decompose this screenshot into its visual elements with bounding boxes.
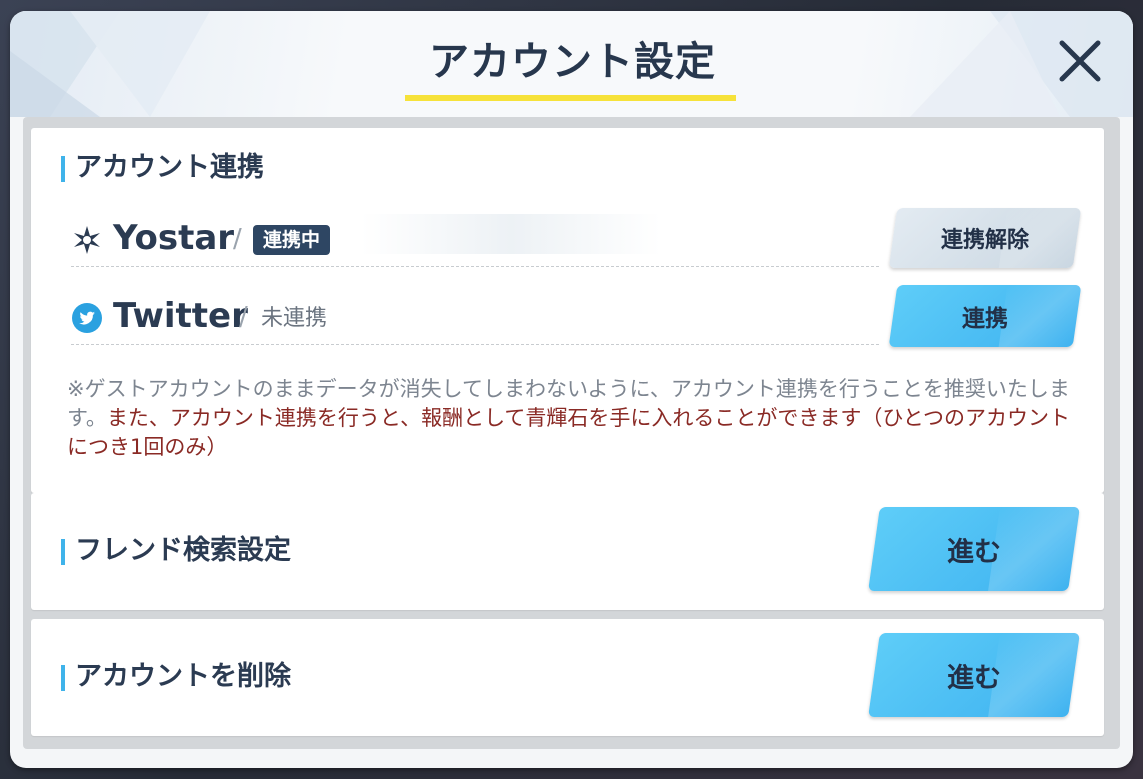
delete-account-proceed-button[interactable]: 進む <box>868 633 1080 717</box>
twitter-name: Twitter <box>113 296 248 336</box>
yostar-name: Yostar <box>113 218 235 258</box>
friend-search-proceed-button[interactable]: 進む <box>868 507 1080 591</box>
yostar-separator: / <box>233 224 242 254</box>
account-link-title: アカウント連携 <box>61 152 264 184</box>
friend-search-title: フレンド検索設定 <box>61 535 291 567</box>
friend-search-proceed-label: 進む <box>947 536 1001 568</box>
yostar-logo-icon <box>74 226 100 254</box>
delete-account-panel: アカウントを削除 進む <box>31 619 1104 736</box>
link-twitter-label: 連携 <box>962 306 1008 332</box>
twitter-row: Twitter / 未連携 <box>71 288 879 345</box>
close-icon <box>1059 40 1101 82</box>
twitter-bird-icon <box>72 303 102 333</box>
delete-account-title: アカウントを削除 <box>61 661 291 693</box>
delete-account-proceed-label: 進む <box>947 662 1001 694</box>
link-twitter-button[interactable]: 連携 <box>888 285 1082 347</box>
close-button[interactable] <box>1050 31 1110 91</box>
note-highlight: また、アカウント連携を行うと、報酬として青輝石を手に入れることができます（ひとつ… <box>67 406 1070 459</box>
twitter-separator: / <box>239 302 248 332</box>
twitter-status: 未連携 <box>261 306 328 331</box>
unlink-yostar-button[interactable]: 連携解除 <box>888 208 1082 268</box>
title-underline <box>405 95 736 101</box>
yostar-status-badge: 連携中 <box>253 225 331 255</box>
redacted-account-id <box>361 214 661 254</box>
friend-search-panel: フレンド検索設定 進む <box>31 493 1104 610</box>
yostar-row: Yostar / 連携中 <box>71 210 879 267</box>
dialog-header: アカウント設定 <box>10 11 1133 117</box>
account-settings-dialog: アカウント設定 アカウント連携 Yostar / 連携中 連携解除 Twitte… <box>10 11 1133 768</box>
unlink-yostar-label: 連携解除 <box>940 228 1029 253</box>
account-link-note: ※ゲストアカウントのままデータが消失してしまわないように、アカウント連携を行うこ… <box>67 375 1072 462</box>
dialog-title: アカウント設定 <box>429 39 716 85</box>
